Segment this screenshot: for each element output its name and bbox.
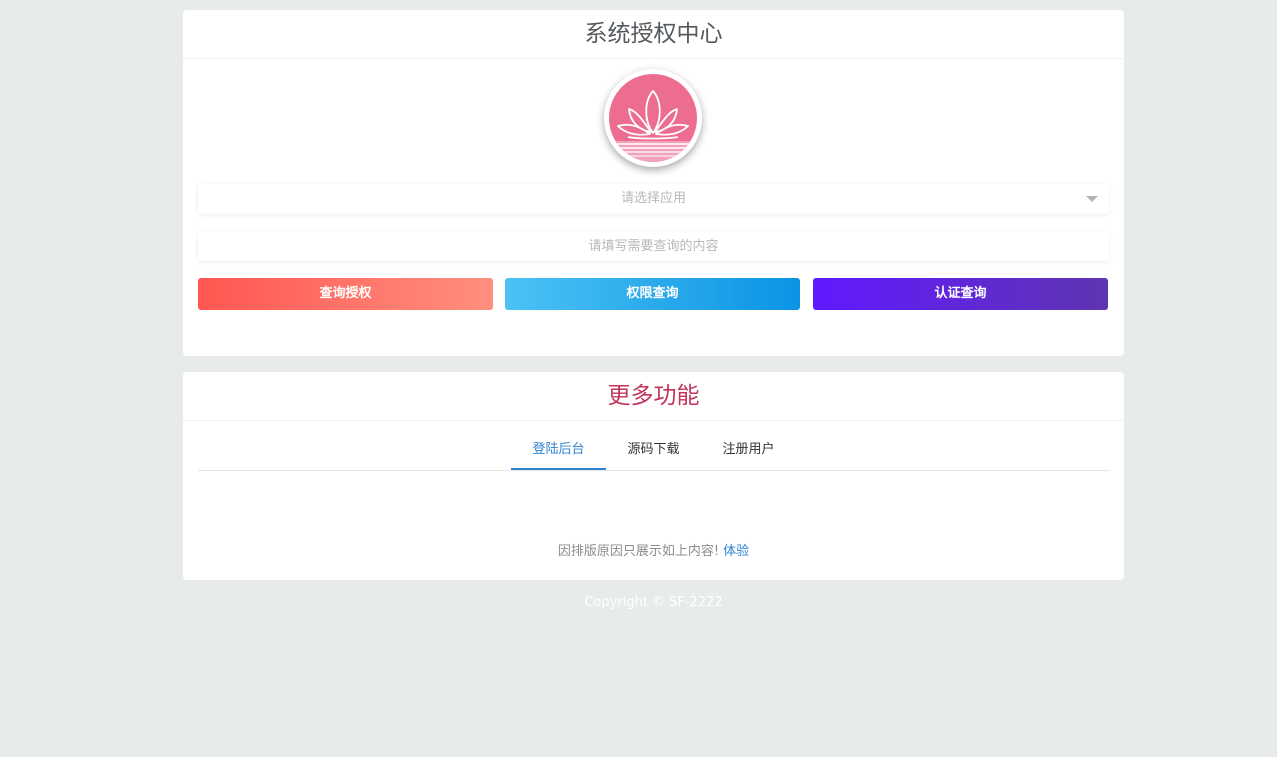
copyright-footer: Copyright © SF-2222: [584, 595, 723, 610]
layout-notice: 因排版原因只展示如上内容! 体验: [183, 540, 1124, 559]
more-features-title: 更多功能: [183, 372, 1124, 421]
auth-center-title: 系统授权中心: [183, 10, 1124, 59]
page: 系统授权中心 请选择应用 请填写需要查询的内容 查询授权 权限查询 认证查询 更…: [0, 0, 1277, 757]
auth-center-card: 系统授权中心 请选择应用 请填写需要查询的内容 查询授权 权限查询 认证查询: [183, 10, 1124, 356]
caret-down-icon: [1086, 196, 1098, 202]
app-select[interactable]: 请选择应用: [198, 184, 1109, 214]
more-features-card: 更多功能 登陆后台 源码下载 注册用户 因排版原因只展示如上内容! 体验: [183, 372, 1124, 580]
logo: [604, 69, 702, 167]
permission-query-button[interactable]: 权限查询: [505, 278, 800, 310]
tab-source-download[interactable]: 源码下载: [606, 434, 701, 470]
query-auth-button[interactable]: 查询授权: [198, 278, 493, 310]
tab-login-backend[interactable]: 登陆后台: [511, 434, 606, 470]
lotus-icon: [609, 74, 697, 162]
tab-register-user[interactable]: 注册用户: [701, 434, 796, 470]
app-select-placeholder: 请选择应用: [620, 191, 686, 206]
query-input[interactable]: [198, 231, 1109, 261]
feature-tabs: 登陆后台 源码下载 注册用户: [198, 434, 1109, 471]
certification-query-button[interactable]: 认证查询: [813, 278, 1108, 310]
experience-link[interactable]: 体验: [723, 544, 749, 559]
notice-text: 因排版原因只展示如上内容!: [557, 544, 720, 559]
